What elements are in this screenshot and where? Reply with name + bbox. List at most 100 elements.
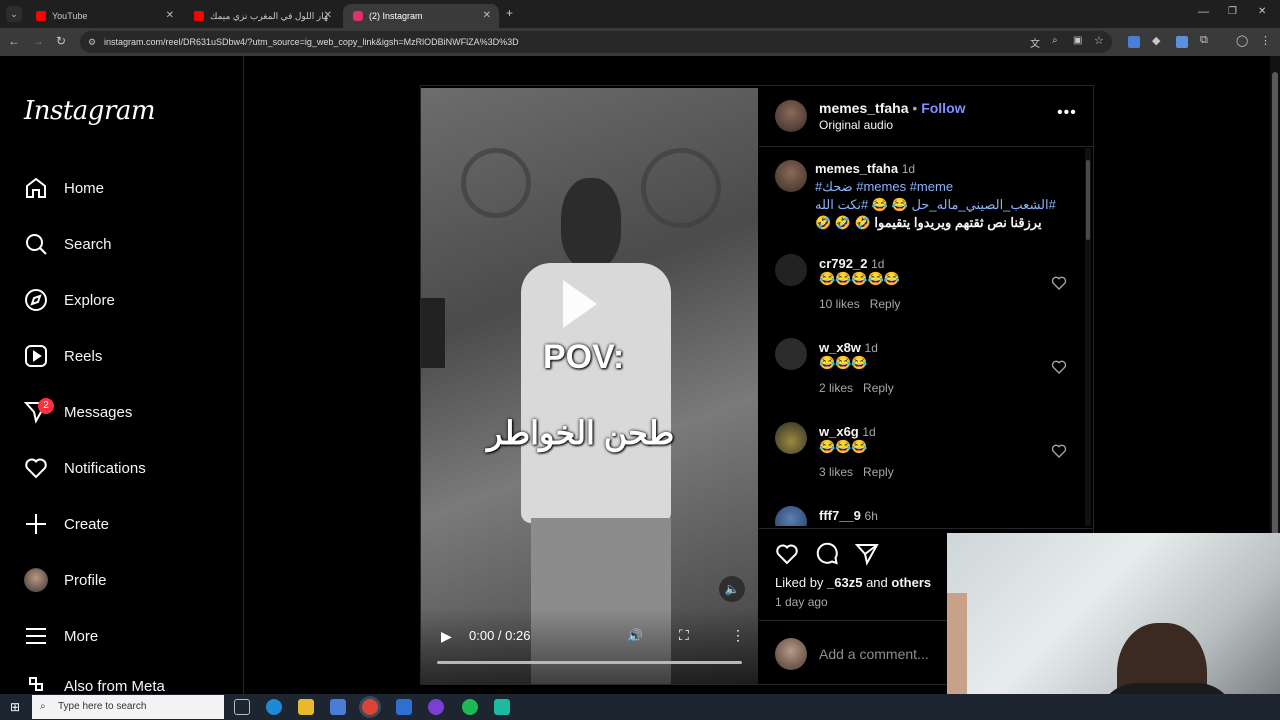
sidebar-item-more[interactable]: More (24, 618, 98, 654)
sidebar-item-create[interactable]: Create (24, 506, 109, 542)
comment-avatar[interactable] (775, 338, 807, 370)
background-decor (641, 148, 721, 228)
extensions-puzzle-icon[interactable]: ⧉ (1200, 34, 1208, 47)
caption-username[interactable]: memes_tfaha (815, 161, 898, 176)
tab-youtube-2[interactable]: نهار اللول في المغرب نزي ميمك... ✕ (184, 4, 340, 28)
chrome-icon[interactable] (362, 699, 378, 715)
close-window-icon[interactable]: ✕ (1258, 6, 1266, 17)
minimize-icon[interactable]: — (1198, 6, 1209, 18)
like-comment-heart-icon[interactable] (1051, 359, 1067, 375)
reply-button[interactable]: Reply (863, 465, 894, 479)
sidebar-item-messages[interactable]: 2 Messages (24, 394, 132, 430)
more-options-icon[interactable]: ⋮ (731, 627, 745, 644)
comment-likes[interactable]: 3 likes (819, 465, 853, 479)
spotify-icon[interactable] (462, 699, 478, 715)
caption-hashtags[interactable]: #الشعب_الصيني_ماله_حل 😂 😂 #نكت الله (815, 196, 1083, 214)
post-options-icon[interactable]: ••• (1057, 104, 1077, 122)
forward-icon[interactable]: → (32, 34, 44, 48)
windows-start-icon[interactable]: ⊞ (10, 700, 20, 714)
reel-video[interactable]: POV: طحن الخواطر 🔈 ▶ 0:00 / 0:26 🔊 ⛶ ⋮ (421, 88, 758, 684)
play-icon[interactable]: ▶ (441, 628, 452, 645)
mail-icon[interactable] (396, 699, 412, 715)
sidebar-item-reels[interactable]: Reels (24, 338, 102, 374)
extension-icon[interactable] (1176, 36, 1188, 48)
app-icon[interactable] (494, 699, 510, 715)
comment-avatar[interactable] (775, 422, 807, 454)
comment-time: 1d (871, 257, 885, 271)
task-view-icon[interactable] (234, 699, 250, 715)
tab-title: YouTube (52, 11, 88, 21)
share-send-icon[interactable] (855, 542, 879, 566)
audio-label[interactable]: Original audio (819, 118, 893, 132)
taskbar-search[interactable]: ⌕ Type here to search (32, 695, 224, 719)
volume-icon[interactable]: 🔈 (719, 576, 745, 602)
video-progress-bar[interactable] (437, 661, 742, 664)
comment-likes[interactable]: 10 likes (819, 297, 860, 311)
comment-username[interactable]: w_x6g (819, 424, 859, 439)
sidebar-item-search[interactable]: Search (24, 226, 112, 262)
play-overlay-icon[interactable] (563, 280, 597, 328)
bookmark-star-icon[interactable]: ☆ (1094, 34, 1104, 47)
sidebar-item-label: More (64, 627, 99, 645)
author-avatar[interactable] (775, 100, 807, 132)
sidebar-item-profile[interactable]: Profile (24, 562, 107, 598)
tab-title: (2) Instagram (369, 11, 423, 21)
comment-username[interactable]: fff7__9 (819, 508, 861, 523)
sidebar-item-also-from-meta[interactable]: Also from Meta (24, 674, 165, 696)
post-header: memes_tfaha • Follow (819, 100, 966, 116)
back-icon[interactable]: ← (8, 34, 20, 48)
browser-menu-icon[interactable]: ⋮ (1260, 34, 1271, 47)
comment-bubble-icon[interactable] (815, 542, 839, 566)
cast-icon[interactable]: ▣ (1073, 35, 1082, 46)
mute-icon[interactable]: 🔊 (627, 628, 643, 644)
site-info-icon[interactable]: ⚙ (88, 31, 96, 53)
app-icon[interactable] (428, 699, 444, 715)
like-comment-heart-icon[interactable] (1051, 443, 1067, 459)
liked-by: Liked by _63z5 and others (775, 575, 931, 590)
comment-username[interactable]: w_x8w (819, 340, 861, 355)
store-icon[interactable] (330, 699, 346, 715)
instagram-logo[interactable]: Instagram (24, 96, 156, 126)
tab-search-icon[interactable]: ⌄ (6, 6, 22, 22)
profile-icon[interactable]: ◯ (1236, 34, 1248, 47)
sidebar-item-home[interactable]: Home (24, 170, 104, 206)
webcam-overlay (947, 533, 1280, 720)
edge-icon[interactable] (266, 699, 282, 715)
add-comment-input[interactable]: Add a comment... (819, 646, 929, 662)
translate-icon[interactable]: 文 (1030, 35, 1040, 50)
sidebar-item-label: Profile (64, 571, 107, 589)
sidebar-item-notifications[interactable]: Notifications (24, 450, 146, 486)
close-tab-icon[interactable]: ✕ (166, 10, 174, 21)
liked-by-user[interactable]: _63z5 (827, 575, 862, 590)
like-heart-icon[interactable] (775, 542, 799, 566)
author-username[interactable]: memes_tfaha (819, 100, 909, 116)
follow-button[interactable]: Follow (921, 100, 965, 116)
file-explorer-icon[interactable] (298, 699, 314, 715)
reply-button[interactable]: Reply (863, 381, 894, 395)
address-bar[interactable]: ⚙ instagram.com/reel/DR631uSDbw4/?utm_so… (80, 31, 1112, 53)
comment-avatar[interactable] (775, 506, 807, 526)
messages-badge: 2 (38, 398, 54, 414)
caption-hashtags[interactable]: #ضحك #memes #meme (815, 178, 1083, 196)
close-tab-icon[interactable]: ✕ (324, 10, 332, 21)
restore-icon[interactable]: ❐ (1228, 6, 1237, 17)
comment-username[interactable]: cr792_2 (819, 256, 867, 271)
comment-avatar[interactable] (775, 254, 807, 286)
liked-by-others[interactable]: others (891, 575, 931, 590)
new-tab-icon[interactable]: + (506, 6, 513, 20)
tab-youtube[interactable]: YouTube ✕ (26, 4, 182, 28)
close-tab-icon[interactable]: ✕ (483, 10, 491, 21)
reload-icon[interactable]: ↻ (56, 34, 66, 48)
extension-diamond-icon[interactable]: ◆ (1152, 34, 1160, 47)
sidebar-item-label: Home (64, 179, 105, 197)
comment-likes[interactable]: 2 likes (819, 381, 853, 395)
caption-avatar[interactable] (775, 160, 807, 192)
extension-translate-icon[interactable] (1128, 36, 1140, 48)
sidebar-item-explore[interactable]: Explore (24, 282, 115, 318)
fullscreen-icon[interactable]: ⛶ (679, 627, 689, 644)
comments-scrollbar[interactable] (1085, 148, 1091, 526)
zoom-icon[interactable]: ⌕ (1052, 35, 1058, 46)
reply-button[interactable]: Reply (870, 297, 901, 311)
tab-instagram[interactable]: (2) Instagram ✕ (343, 4, 499, 28)
like-comment-heart-icon[interactable] (1051, 275, 1067, 291)
